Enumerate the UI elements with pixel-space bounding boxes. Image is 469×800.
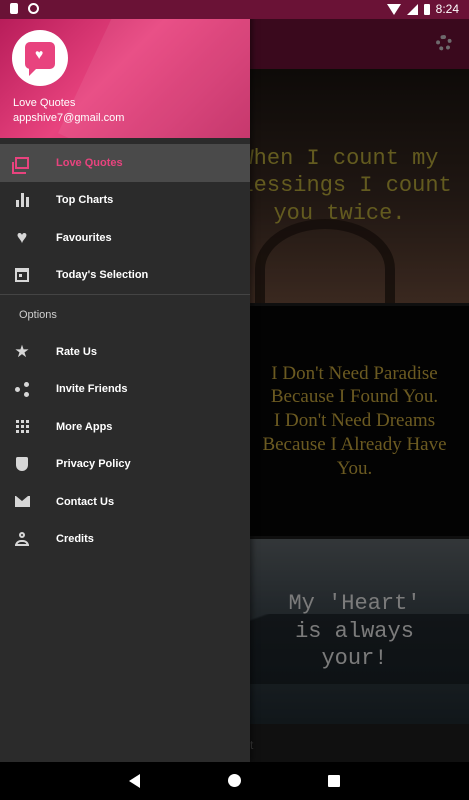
share-icon [14, 381, 30, 398]
notification-icon [10, 3, 18, 14]
photo-library-icon [12, 155, 30, 174]
recent-apps-icon[interactable] [328, 775, 340, 787]
menu-item-label: Contact Us [56, 495, 115, 508]
menu-item-label: Credits [56, 533, 94, 546]
account-email: appshive7@gmail.com [13, 112, 125, 124]
apps-grid-icon [14, 419, 30, 435]
drawer-header: ♥ Love Quotes appshive7@gmail.com [0, 19, 250, 138]
person-icon [14, 531, 30, 547]
navigation-drawer: ♥ Love Quotes appshive7@gmail.com Love Q… [0, 0, 250, 762]
menu-item-invite-friends[interactable]: Invite Friends [0, 371, 250, 409]
signal-icon [406, 3, 418, 15]
menu-item-credits[interactable]: Credits [0, 521, 250, 559]
menu-item-contact-us[interactable]: Contact Us [0, 483, 250, 521]
menu-item-label: More Apps [56, 420, 113, 433]
back-icon[interactable] [129, 774, 140, 788]
drawer-scrim[interactable] [250, 19, 469, 762]
menu-item-rate-us[interactable]: ★ Rate Us [0, 333, 250, 371]
menu-item-love-quotes[interactable]: Love Quotes [0, 144, 250, 182]
menu-item-top-charts[interactable]: Top Charts [0, 182, 250, 220]
heart-icon: ♥ [16, 227, 28, 248]
chat-heart-icon: ♥ [25, 42, 55, 76]
menu-item-label: Rate Us [56, 345, 97, 358]
menu-item-label: Favourites [56, 231, 112, 244]
menu-item-label: Love Quotes [56, 156, 123, 169]
system-nav-bar [0, 762, 469, 800]
calendar-icon [14, 267, 30, 283]
star-icon: ★ [14, 341, 30, 361]
menu-item-label: Invite Friends [56, 383, 128, 396]
menu-item-favourites[interactable]: ♥ Favourites [0, 219, 250, 257]
status-bar: 8:24 [0, 0, 469, 19]
drawer-menu: Love Quotes Top Charts ♥ Favourites Toda… [0, 144, 250, 558]
menu-item-label: Privacy Policy [56, 458, 131, 471]
menu-item-privacy-policy[interactable]: Privacy Policy [0, 446, 250, 484]
home-icon[interactable] [228, 774, 241, 787]
options-section-label: Options [19, 309, 57, 321]
mail-icon [14, 494, 30, 510]
app-name: Love Quotes [13, 97, 76, 109]
status-time: 8:24 [435, 2, 459, 16]
shield-icon [14, 456, 30, 472]
menu-item-more-apps[interactable]: More Apps [0, 408, 250, 446]
battery-icon [423, 3, 430, 15]
menu-item-label: Today's Selection [56, 269, 149, 282]
app-logo: ♥ [12, 30, 68, 86]
menu-item-todays-selection[interactable]: Today's Selection [0, 257, 250, 295]
bar-chart-icon [14, 192, 30, 208]
menu-item-label: Top Charts [56, 194, 114, 207]
wifi-icon [386, 3, 401, 15]
sync-icon [28, 3, 39, 14]
